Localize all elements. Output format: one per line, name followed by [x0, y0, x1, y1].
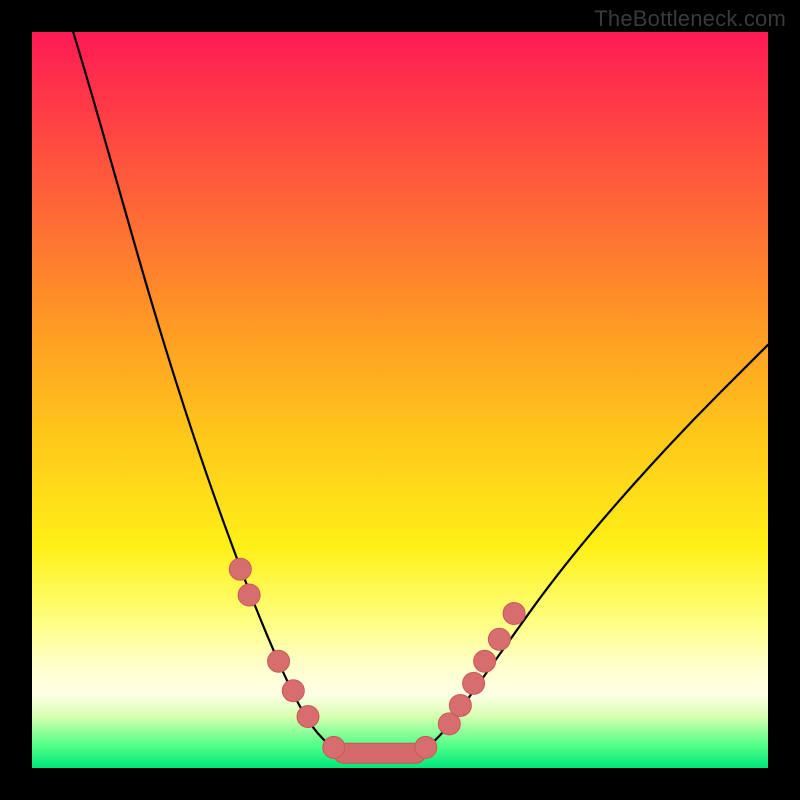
bottleneck-curve: [69, 32, 768, 753]
marker-right-4: [474, 650, 496, 672]
marker-left-3: [282, 680, 304, 702]
marker-left-5: [323, 736, 345, 758]
marker-left-2: [268, 650, 290, 672]
marker-right-6: [503, 602, 525, 624]
marker-left-1: [238, 584, 260, 606]
watermark-text: TheBottleneck.com: [594, 6, 786, 32]
marker-right-2: [449, 694, 471, 716]
plot-area: [32, 32, 768, 768]
marker-right-3: [463, 672, 485, 694]
marker-left-0: [229, 558, 251, 580]
trough-band: [334, 743, 426, 763]
marker-right-5: [488, 628, 510, 650]
curve-layer: [32, 32, 768, 768]
marker-right-0: [415, 736, 437, 758]
outer-frame: TheBottleneck.com: [0, 0, 800, 800]
marker-left-4: [297, 705, 319, 727]
